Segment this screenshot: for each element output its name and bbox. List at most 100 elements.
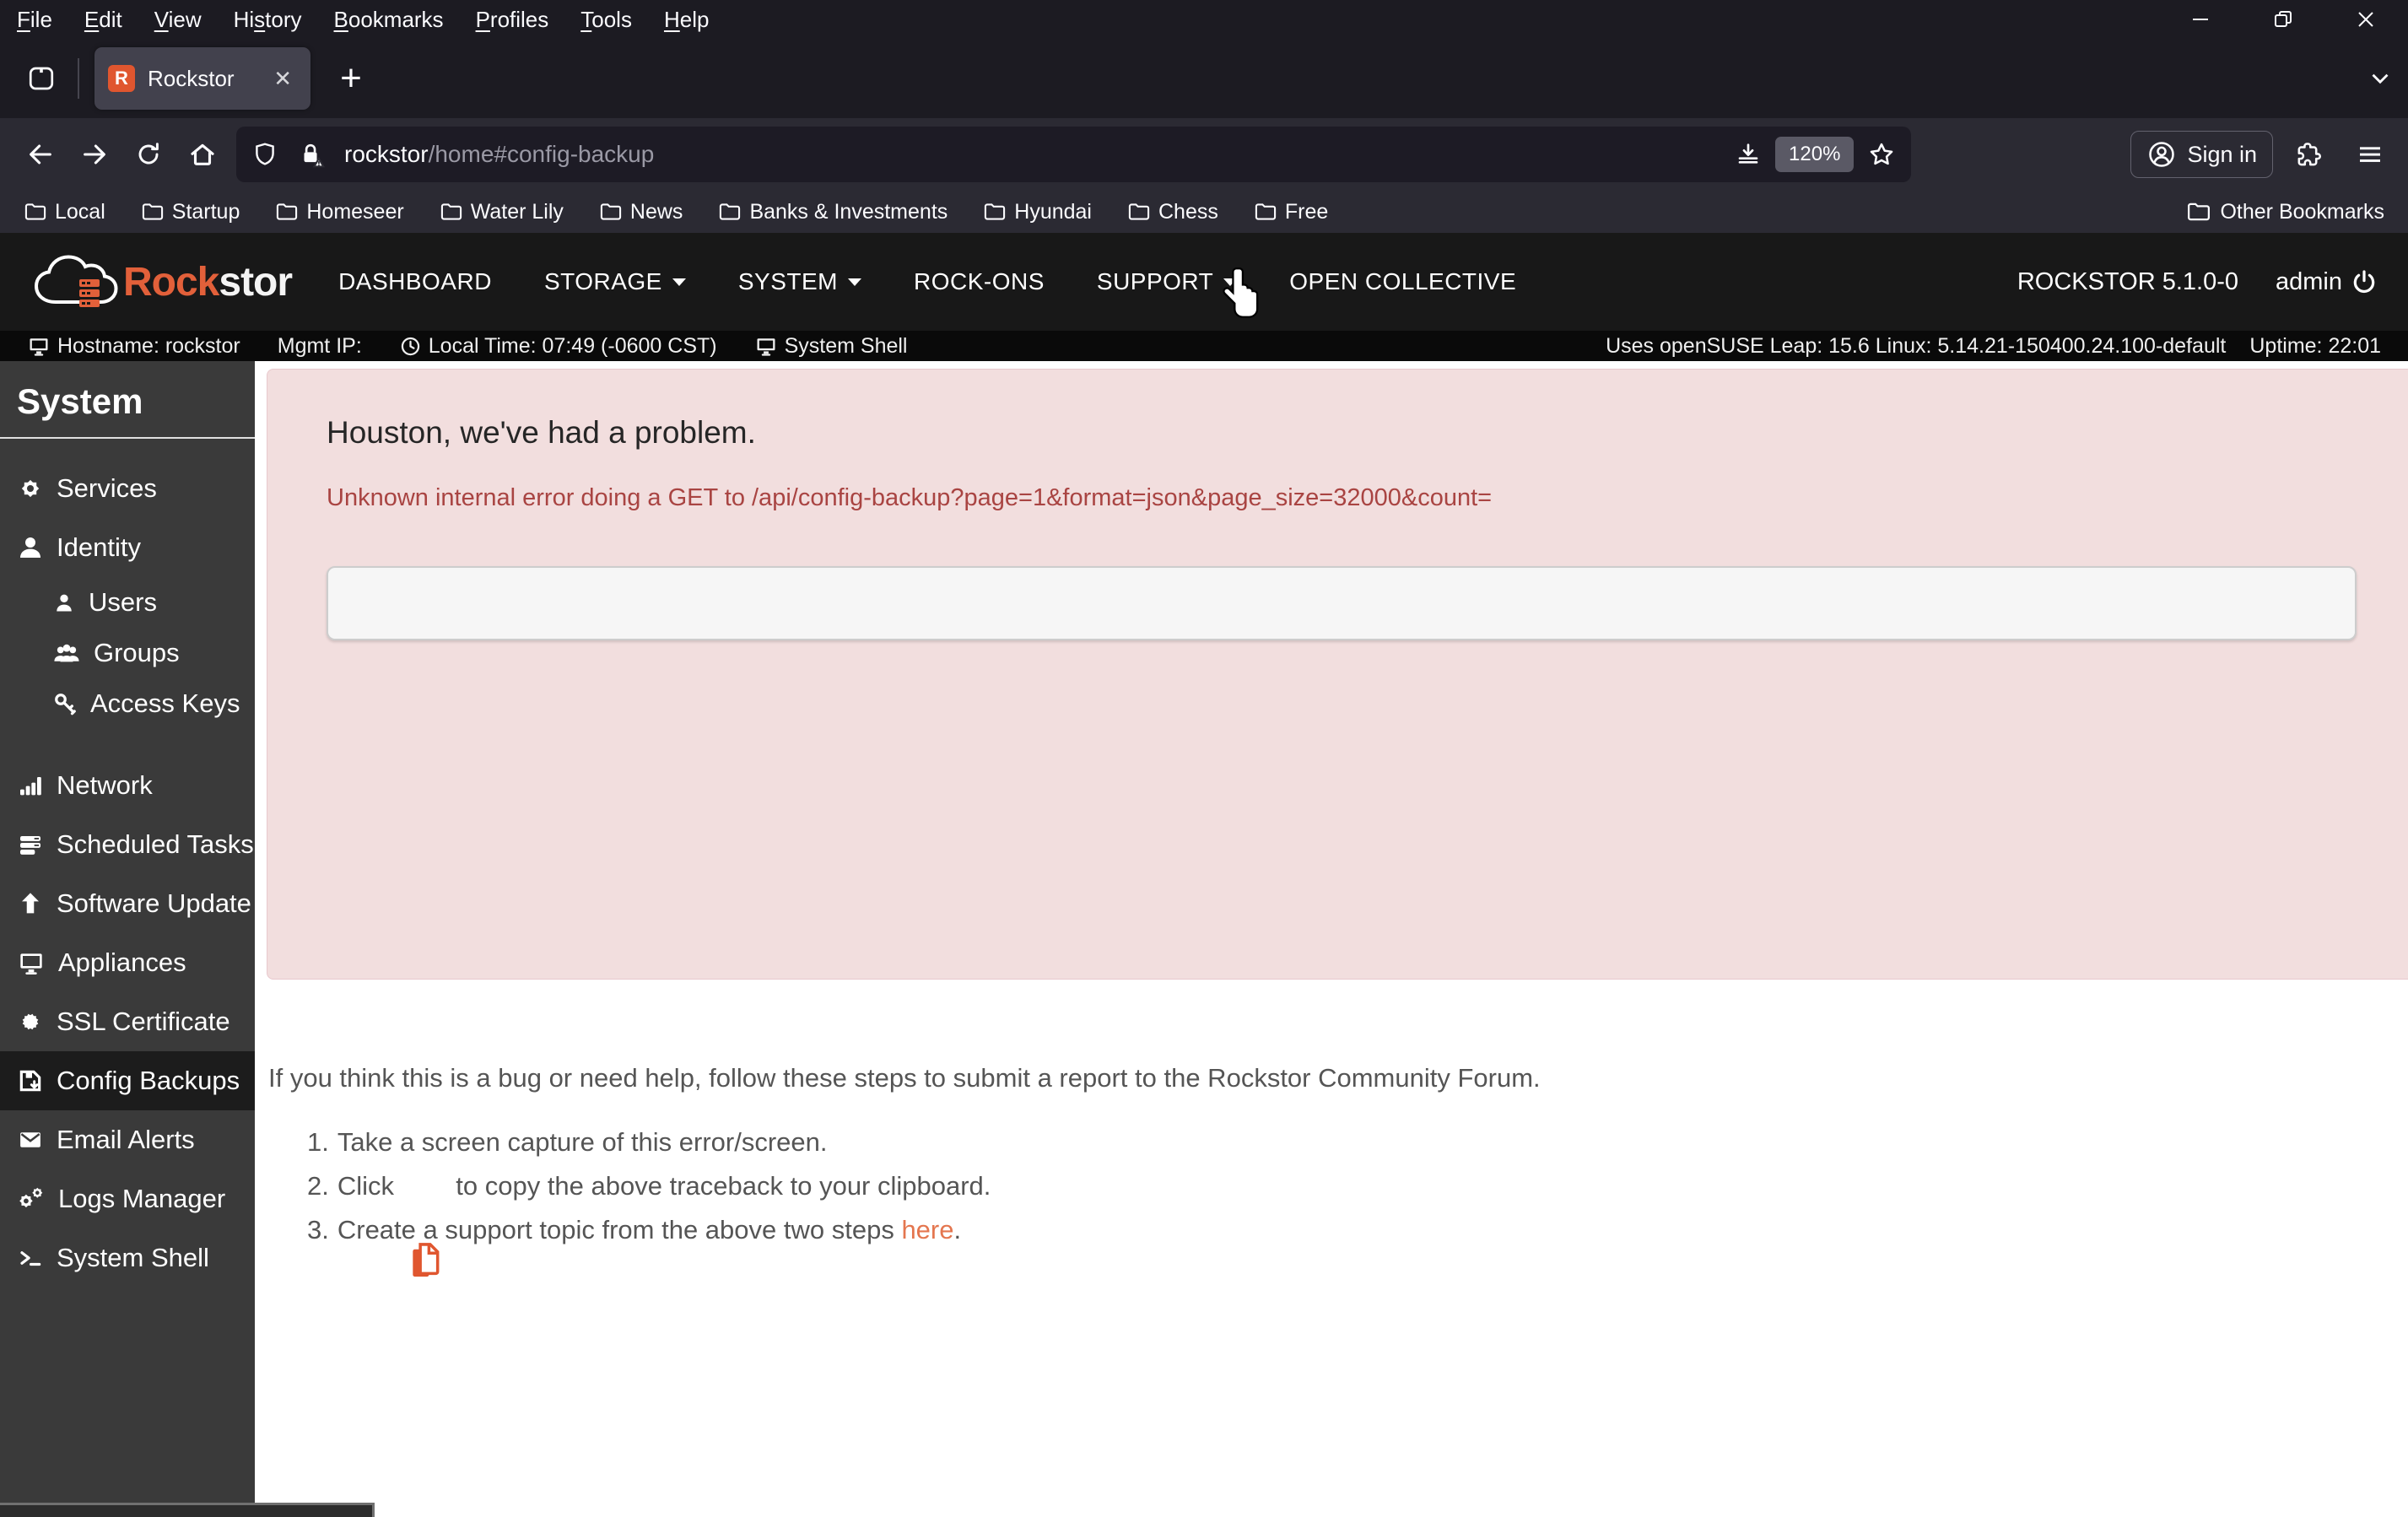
sidebar-item-software-update[interactable]: Software Update — [0, 874, 255, 933]
folder-icon — [24, 203, 46, 220]
nav-rock-ons[interactable]: ROCK-ONS — [914, 268, 1045, 295]
minimize-button[interactable] — [2184, 5, 2217, 34]
restore-button[interactable] — [2266, 5, 2300, 34]
help-step-2: 2. Click to copy the above traceback to … — [307, 1168, 2341, 1277]
bookmark-startup[interactable]: Startup — [141, 200, 240, 224]
other-bookmarks-button[interactable]: Other Bookmarks — [2186, 200, 2384, 224]
back-button[interactable] — [13, 128, 67, 181]
monitor-icon — [20, 953, 42, 974]
sidebar-item-groups[interactable]: Groups — [0, 628, 255, 678]
menu-help[interactable]: Help — [659, 5, 714, 35]
bookmark-label: News — [629, 199, 683, 224]
url-host: rockstor — [344, 141, 429, 167]
list-all-tabs-icon[interactable] — [2366, 64, 2395, 93]
bookmark-label: Banks & Investments — [749, 199, 948, 224]
nav-open-collective[interactable]: OPEN COLLECTIVE — [1289, 268, 1516, 295]
monitor-icon — [30, 338, 48, 356]
traceback-textarea[interactable] — [327, 566, 2357, 640]
sidebar-item-identity[interactable]: Identity — [0, 518, 255, 577]
nav-label: SUPPORT — [1096, 268, 1214, 294]
url-text[interactable]: rockstor/home#config-backup — [344, 141, 654, 168]
help-steps: 1. Take a screen capture of this error/s… — [307, 1124, 2341, 1277]
tab-strip: R Rockstor ✕ + — [0, 39, 2408, 118]
tab-rockstor[interactable]: R Rockstor ✕ — [94, 47, 310, 110]
rockstor-version: ROCKSTOR 5.1.0-0 — [2017, 267, 2238, 295]
menu-hamburger-icon[interactable] — [2346, 130, 2395, 179]
insecure-lock-icon[interactable] — [297, 140, 326, 169]
menu-bookmarks[interactable]: Bookmarks — [329, 5, 449, 35]
system-sidebar: System Services Identity Users Groups Ac… — [0, 361, 255, 1517]
key-icon — [55, 694, 76, 715]
sidebar-item-logs-manager[interactable]: Logs Manager — [0, 1169, 255, 1228]
site-nav: DASHBOARD STORAGE SYSTEM ROCK-ONS SUPPORT OPE… — [338, 268, 1516, 295]
rockstor-header: Rockstor DASHBOARD STORAGE SYSTEM ROCK-ONS S… — [0, 233, 2408, 331]
sidebar-item-email-alerts[interactable]: Email Alerts — [0, 1110, 255, 1169]
forward-button[interactable] — [67, 128, 121, 181]
bookmark-homeseer[interactable]: Homeseer — [275, 200, 404, 224]
sidebar-item-scheduled-tasks[interactable]: Scheduled Tasks — [0, 815, 255, 874]
sidebar-item-appliances[interactable]: Appliances — [0, 933, 255, 992]
firefox-view-icon[interactable] — [17, 54, 66, 103]
reload-button[interactable] — [121, 128, 175, 181]
bookmark-label: Startup — [171, 199, 240, 224]
bookmark-star-icon[interactable] — [1867, 140, 1896, 169]
power-icon[interactable] — [2351, 268, 2378, 295]
close-window-button[interactable] — [2349, 5, 2383, 34]
sidebar-item-access-keys[interactable]: Access Keys — [0, 678, 255, 729]
sidebar-item-config-backups[interactable]: Config Backups — [0, 1051, 255, 1110]
gear-icon — [21, 479, 40, 498]
tracking-shield-icon[interactable] — [251, 141, 278, 168]
folder-icon — [1255, 203, 1277, 220]
error-detail: Unknown internal error doing a GET to /a… — [327, 484, 1493, 511]
nav-label: STORAGE — [543, 268, 662, 294]
rockstor-cloud-icon — [34, 255, 118, 307]
menu-tools[interactable]: Tools — [575, 5, 637, 35]
main-content: Houston, we've had a problem. Unknown in… — [255, 361, 2408, 1517]
support-topic-here-link[interactable]: here — [901, 1212, 953, 1249]
menu-file[interactable]: File — [12, 5, 57, 35]
menu-edit[interactable]: Edit — [79, 5, 127, 35]
new-tab-button[interactable]: + — [327, 55, 375, 102]
folder-icon — [600, 203, 622, 220]
menu-history[interactable]: History — [229, 5, 307, 35]
nav-system[interactable]: SYSTEM — [738, 268, 861, 295]
folder-icon — [985, 203, 1006, 220]
bookmark-free[interactable]: Free — [1254, 200, 1328, 224]
bookmark-chess[interactable]: Chess — [1127, 200, 1218, 224]
nav-dashboard[interactable]: DASHBOARD — [338, 268, 492, 295]
sidebar-item-users[interactable]: Users — [0, 577, 255, 628]
browser-menubar: File Edit View History Bookmarks Profiles Tool… — [0, 0, 2408, 39]
bookmark-water-lily[interactable]: Water Lily — [440, 200, 564, 224]
nav-support[interactable]: SUPPORT — [1096, 268, 1238, 295]
bookmark-banks-investments[interactable]: Banks & Investments — [718, 200, 948, 224]
sidebar-item-network[interactable]: Network — [0, 756, 255, 815]
signin-button[interactable]: Sign in — [2130, 131, 2273, 178]
nav-storage[interactable]: STORAGE — [544, 268, 686, 295]
sidebar-item-services[interactable]: Services — [0, 459, 255, 518]
tab-close-icon[interactable]: ✕ — [268, 64, 297, 94]
bookmark-label: Local — [55, 199, 105, 224]
tab-title: Rockstor — [148, 65, 235, 91]
bookmark-news[interactable]: News — [599, 200, 683, 224]
copy-to-clipboard-icon[interactable] — [410, 1168, 440, 1277]
signal-bars-icon — [20, 777, 41, 796]
admin-user-link[interactable]: admin — [2276, 268, 2342, 296]
other-bookmarks-label: Other Bookmarks — [2220, 199, 2384, 224]
sidebar-item-system-shell[interactable]: System Shell — [0, 1228, 255, 1288]
bookmark-local[interactable]: Local — [24, 200, 105, 224]
home-button[interactable] — [175, 128, 229, 181]
system-shell-status[interactable]: System Shell — [754, 334, 907, 359]
window-controls — [2184, 5, 2396, 34]
extensions-icon[interactable] — [2285, 130, 2334, 179]
zoom-level-badge[interactable]: 120% — [1775, 137, 1855, 172]
menu-view[interactable]: View — [149, 5, 207, 35]
sidebar-item-ssl-certificate[interactable]: SSL Certificate — [0, 992, 255, 1051]
bookmark-label: Hyundai — [1014, 199, 1092, 224]
save-page-icon[interactable] — [1735, 141, 1762, 168]
url-bar[interactable]: rockstor/home#config-backup 120% — [236, 127, 1912, 182]
folder-icon — [2188, 202, 2211, 221]
menu-profiles[interactable]: Profiles — [471, 5, 554, 35]
rockstor-logo[interactable]: Rockstor — [30, 251, 293, 312]
bookmark-hyundai[interactable]: Hyundai — [983, 200, 1092, 224]
monitor-icon — [757, 338, 775, 356]
